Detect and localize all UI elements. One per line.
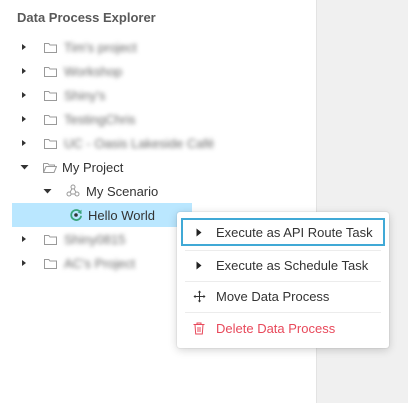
folder-icon xyxy=(43,233,57,245)
tree-item-my-project[interactable]: My Project xyxy=(18,155,123,179)
execute-api-route-task-label: Execute as API Route Task xyxy=(216,224,373,240)
execute-schedule-task-item[interactable]: Execute as Schedule Task xyxy=(181,251,385,279)
tree-item-hello-world[interactable]: Hello World xyxy=(12,203,192,227)
caret-down-icon[interactable] xyxy=(18,161,30,173)
tree-item-project[interactable]: AC's Project xyxy=(18,251,135,275)
folder-icon xyxy=(43,257,57,269)
project-label: Tim's project xyxy=(64,39,137,55)
my-project-label: My Project xyxy=(62,159,124,175)
caret-right-icon[interactable] xyxy=(18,65,30,77)
scenario-label: My Scenario xyxy=(86,183,159,199)
folder-icon xyxy=(43,89,57,101)
folder-icon xyxy=(43,137,57,149)
execute-schedule-task-label: Execute as Schedule Task xyxy=(216,257,369,273)
folder-icon xyxy=(43,65,57,77)
folder-icon xyxy=(43,41,57,53)
caret-right-icon[interactable] xyxy=(18,233,30,245)
caret-right-icon xyxy=(192,225,206,239)
caret-right-icon[interactable] xyxy=(18,89,30,101)
menu-divider xyxy=(185,312,381,313)
caret-right-icon[interactable] xyxy=(18,137,30,149)
tree-item-project[interactable]: Shiny's xyxy=(18,83,106,107)
panel-title: Data Process Explorer xyxy=(17,10,156,25)
tree-item-project[interactable]: Tim's project xyxy=(18,35,137,59)
tree-item-project[interactable]: Workshop xyxy=(18,59,122,83)
context-menu: Execute as API Route Task Execute as Sch… xyxy=(177,212,389,348)
process-icon xyxy=(69,209,83,221)
project-label: Shiny's xyxy=(64,87,106,103)
folder-open-icon xyxy=(43,161,57,173)
caret-right-icon xyxy=(192,258,206,272)
tree-item-scenario[interactable]: My Scenario xyxy=(41,179,158,203)
delete-data-process-label: Delete Data Process xyxy=(216,320,336,336)
project-label: AC's Project xyxy=(64,255,136,271)
project-label: Workshop xyxy=(64,63,123,79)
tree-item-project[interactable]: UC - Oasis Lakeside Café xyxy=(18,131,214,155)
caret-down-icon[interactable] xyxy=(41,185,53,197)
scenario-icon xyxy=(66,184,80,197)
folder-icon xyxy=(43,113,57,125)
trash-icon xyxy=(192,321,206,335)
tree-item-project[interactable]: TestingChris xyxy=(18,107,136,131)
delete-data-process-item[interactable]: Delete Data Process xyxy=(181,314,385,342)
move-data-process-label: Move Data Process xyxy=(216,288,330,304)
caret-right-icon[interactable] xyxy=(18,113,30,125)
caret-right-icon[interactable] xyxy=(18,41,30,53)
project-label: UC - Oasis Lakeside Café xyxy=(64,135,215,151)
project-label: Shiny0815 xyxy=(64,231,126,247)
move-icon xyxy=(192,289,206,303)
tree-item-project[interactable]: Shiny0815 xyxy=(18,227,125,251)
execute-api-route-task-item[interactable]: Execute as API Route Task xyxy=(181,218,385,246)
project-label: TestingChris xyxy=(64,111,136,127)
process-label: Hello World xyxy=(88,207,155,223)
caret-right-icon[interactable] xyxy=(18,257,30,269)
move-data-process-item[interactable]: Move Data Process xyxy=(181,282,385,310)
